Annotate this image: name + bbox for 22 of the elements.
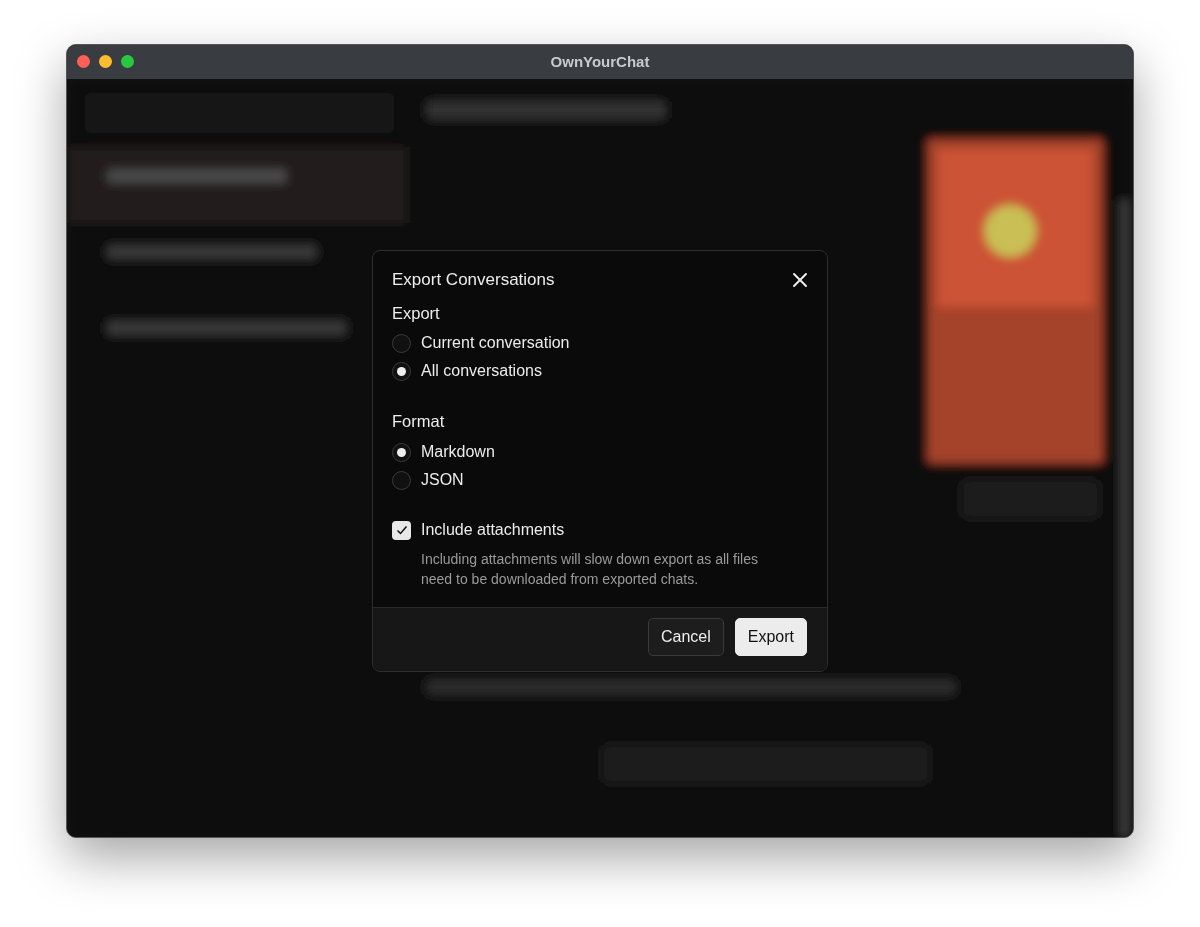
checkbox[interactable] bbox=[392, 520, 411, 540]
radio-label[interactable]: All conversations bbox=[421, 359, 542, 384]
radio-label[interactable]: Markdown bbox=[421, 440, 495, 464]
section-heading: Format bbox=[392, 411, 446, 433]
check-icon bbox=[395, 524, 408, 536]
radio-label[interactable]: JSON bbox=[421, 468, 464, 492]
window-title: OwnYourChat bbox=[550, 51, 650, 72]
hint-text: Including attachments will slow down export as all files need to be downloaded from exported chats. bbox=[421, 550, 759, 589]
radio-button[interactable] bbox=[392, 333, 411, 353]
export-button[interactable]: Export bbox=[734, 618, 807, 657]
radio-button[interactable] bbox=[392, 442, 411, 462]
cancel-button[interactable]: Cancel bbox=[647, 618, 724, 657]
minimize-window-button[interactable] bbox=[99, 55, 112, 68]
radio-label[interactable]: Current conversation bbox=[421, 331, 570, 356]
zoom-window-button[interactable] bbox=[121, 55, 134, 68]
section-heading: Export bbox=[392, 302, 441, 324]
radio-button[interactable] bbox=[392, 361, 411, 381]
close-icon[interactable] bbox=[792, 271, 808, 288]
checkbox-label[interactable]: Include attachments bbox=[421, 518, 565, 542]
radio-button[interactable] bbox=[392, 470, 411, 490]
dialog-title: Export Conversations bbox=[392, 269, 555, 291]
close-window-button[interactable] bbox=[77, 55, 90, 68]
